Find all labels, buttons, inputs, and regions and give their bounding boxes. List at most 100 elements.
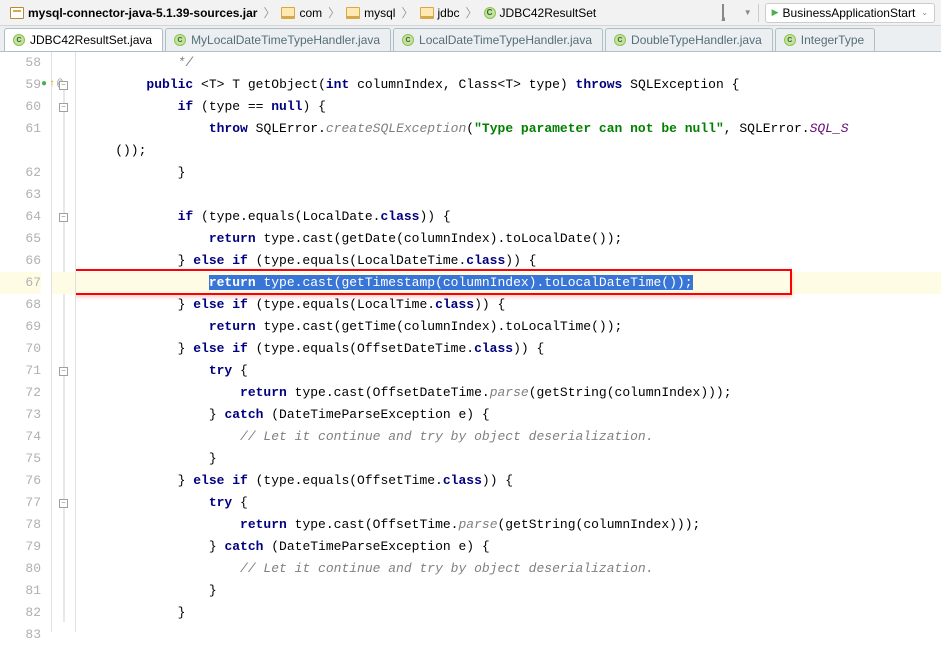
fold-cell [52, 514, 75, 536]
line-number: 80 [0, 558, 41, 580]
breadcrumb-separator: 〉 [401, 4, 413, 21]
code-line[interactable]: } catch (DateTimeParseException e) { [76, 404, 941, 426]
breadcrumb-jdbc[interactable]: jdbc [416, 4, 464, 22]
fold-cell [52, 558, 75, 580]
folder-icon [420, 7, 434, 19]
breadcrumb-separator: 〉 [263, 4, 275, 21]
chevron-down-icon: ⌄ [921, 8, 928, 17]
folder-icon [281, 7, 295, 19]
line-number: 72 [0, 382, 41, 404]
code-line[interactable]: } else if (type.equals(LocalDateTime.cla… [76, 250, 941, 272]
line-number: 65 [0, 228, 41, 250]
chevron-down-icon[interactable]: ▼ [744, 8, 752, 17]
line-number: 68 [0, 294, 41, 316]
class-icon: C [174, 34, 186, 46]
line-number: 69 [0, 316, 41, 338]
tab-label: MyLocalDateTimeTypeHandler.java [191, 33, 380, 47]
fold-cell [52, 338, 75, 360]
tab-doubletypehandler[interactable]: C DoubleTypeHandler.java [605, 28, 773, 51]
toolbar-separator [758, 4, 759, 22]
fold-cell: − [52, 206, 75, 228]
code-line[interactable]: } else if (type.equals(OffsetTime.class)… [76, 470, 941, 492]
run-icon: ▶ [772, 7, 779, 18]
line-number: 61 [0, 118, 41, 140]
fold-cell: − [52, 96, 75, 118]
code-line[interactable]: return type.cast(getTimestamp(columnInde… [76, 272, 941, 294]
tab-jdbc42resultset[interactable]: CJDBC42ResultSet.java [4, 28, 163, 51]
line-number: 83 [0, 624, 41, 646]
fold-cell: − [52, 360, 75, 382]
fold-cell [52, 250, 75, 272]
tab-localdatetimetypehandler[interactable]: CLocalDateTimeTypeHandler.java [393, 28, 603, 51]
fold-toggle-icon[interactable]: − [59, 213, 68, 222]
code-line[interactable]: try { [76, 492, 941, 514]
jar-icon [10, 7, 24, 19]
code-editor[interactable]: 5859●↑@606162636465666768697071727374757… [0, 52, 941, 632]
editor-tabs-bar: CJDBC42ResultSet.java C MyLocalDateTimeTy… [0, 26, 941, 52]
breadcrumb-mysql[interactable]: mysql [342, 4, 399, 22]
code-line[interactable]: try { [76, 360, 941, 382]
fold-toggle-icon[interactable]: − [59, 81, 68, 90]
code-line[interactable]: return type.cast(OffsetDateTime.parse(ge… [76, 382, 941, 404]
breadcrumb-label: jdbc [438, 6, 460, 20]
code-line[interactable]: return type.cast(OffsetTime.parse(getStr… [76, 514, 941, 536]
code-line[interactable]: ()); [76, 140, 941, 162]
class-icon: C [614, 34, 626, 46]
code-line[interactable]: if (type == null) { [76, 96, 941, 118]
breadcrumb-com[interactable]: com [277, 4, 326, 22]
fold-cell [52, 184, 75, 206]
fold-cell [52, 602, 75, 624]
code-line[interactable] [76, 624, 941, 632]
line-number: 71 [0, 360, 41, 382]
line-number: 64 [0, 206, 41, 228]
class-icon: C [484, 7, 496, 19]
code-line[interactable]: if (type.equals(LocalDate.class)) { [76, 206, 941, 228]
code-line[interactable]: } [76, 448, 941, 470]
line-number: 74 [0, 426, 41, 448]
line-number: 60 [0, 96, 41, 118]
code-line[interactable]: return type.cast(getTime(columnIndex).to… [76, 316, 941, 338]
line-number: 63 [0, 184, 41, 206]
fold-toggle-icon[interactable]: − [59, 499, 68, 508]
code-area[interactable]: */ public <T> T getObject(int columnInde… [76, 52, 941, 632]
code-line[interactable]: } else if (type.equals(OffsetDateTime.cl… [76, 338, 941, 360]
breadcrumb-label: mysql [364, 6, 395, 20]
tab-label: DoubleTypeHandler.java [631, 33, 762, 47]
fold-cell [52, 294, 75, 316]
breadcrumb-label: JDBC42ResultSet [500, 6, 597, 20]
line-number: 70 [0, 338, 41, 360]
code-line[interactable]: } [76, 162, 941, 184]
fold-cell [52, 382, 75, 404]
code-line[interactable]: // Let it continue and try by object des… [76, 558, 941, 580]
breadcrumb-class[interactable]: C JDBC42ResultSet [480, 4, 601, 22]
fold-cell [52, 426, 75, 448]
line-number: 62 [0, 162, 41, 184]
code-line[interactable]: // Let it continue and try by object des… [76, 426, 941, 448]
line-number: 58 [0, 52, 41, 74]
code-line[interactable]: } [76, 602, 941, 624]
breadcrumb-jar[interactable]: mysql-connector-java-5.1.39-sources.jar [6, 4, 261, 22]
code-line[interactable]: } else if (type.equals(LocalTime.class))… [76, 294, 941, 316]
override-marker-icon[interactable]: ● [41, 74, 47, 96]
fold-cell [52, 228, 75, 250]
code-line[interactable]: } [76, 580, 941, 602]
layout-tool-icon[interactable] [720, 5, 736, 21]
line-number-gutter: 5859●↑@606162636465666768697071727374757… [0, 52, 52, 632]
fold-toggle-icon[interactable]: − [59, 367, 68, 376]
code-line[interactable]: return type.cast(getDate(columnIndex).to… [76, 228, 941, 250]
code-line[interactable]: */ [76, 52, 941, 74]
code-line[interactable]: throw SQLError.createSQLException("Type … [76, 118, 941, 140]
code-line[interactable]: } catch (DateTimeParseException e) { [76, 536, 941, 558]
breadcrumb-bar: mysql-connector-java-5.1.39-sources.jar … [0, 0, 941, 26]
tab-label: LocalDateTimeTypeHandler.java [419, 33, 592, 47]
run-configuration-selector[interactable]: ▶ BusinessApplicationStart ⌄ [765, 3, 935, 23]
code-line[interactable]: public <T> T getObject(int columnIndex, … [76, 74, 941, 96]
fold-toggle-icon[interactable]: − [59, 103, 68, 112]
code-line[interactable] [76, 184, 941, 206]
line-number: 66 [0, 250, 41, 272]
line-number: 73 [0, 404, 41, 426]
tab-integertype[interactable]: CIntegerType [775, 28, 875, 51]
fold-cell [52, 52, 75, 74]
line-number: 59●↑@ [0, 74, 41, 96]
tab-mylocaldatetimetypehandler[interactable]: C MyLocalDateTimeTypeHandler.java [165, 28, 391, 51]
